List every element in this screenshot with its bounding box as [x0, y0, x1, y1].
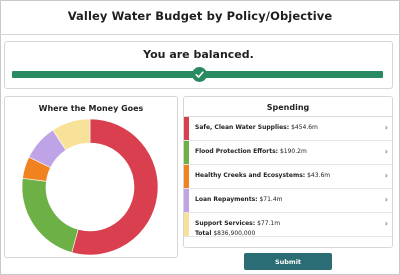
spending-amount: $71.4m [259, 196, 283, 203]
page-title: Valley Water Budget by Policy/Objective [67, 9, 333, 23]
spending-amount: $43.6m [307, 172, 331, 179]
spending-category-name: Flood Protection Efforts: [195, 148, 279, 155]
balance-status: You are balanced. [143, 48, 254, 61]
total-label: Total [195, 230, 212, 237]
header-divider [0, 34, 400, 35]
chart-title: Where the Money Goes [38, 104, 144, 113]
chevron-right-icon: › [384, 123, 388, 132]
spending-title: Spending [266, 103, 310, 112]
spending-row-label: Safe, Clean Water Supplies: $454.6m [195, 124, 318, 131]
spending-category-name: Healthy Creeks and Ecosystems: [195, 172, 306, 179]
spending-row-label: Flood Protection Efforts: $190.2m [195, 148, 307, 155]
spending-category-name: Loan Repayments: [195, 196, 258, 203]
spending-category-name: Safe, Clean Water Supplies: [195, 124, 290, 131]
chevron-right-icon: › [384, 219, 388, 228]
chevron-right-icon: › [384, 195, 388, 204]
spending-category-name: Support Services: [195, 220, 256, 227]
spending-row-loan-repayments[interactable]: Loan Repayments: $71.4m › [184, 189, 392, 213]
spending-row-label: Loan Repayments: $71.4m [195, 196, 283, 203]
check-icon [192, 67, 207, 82]
category-color-swatch [184, 141, 189, 164]
spending-amount: $454.6m [291, 124, 318, 131]
spending-row-healthy-creeks[interactable]: Healthy Creeks and Ecosystems: $43.6m › [184, 165, 392, 189]
spending-row-flood-protection[interactable]: Flood Protection Efforts: $190.2m › [184, 141, 392, 165]
category-color-swatch [184, 189, 189, 212]
spending-row-label: Support Services: $77.1m [195, 220, 280, 227]
category-color-swatch [184, 165, 189, 188]
spending-row-water-supplies[interactable]: Safe, Clean Water Supplies: $454.6m › [184, 117, 392, 141]
balance-panel: You are balanced. [4, 41, 393, 89]
spending-panel: Spending Safe, Clean Water Supplies: $45… [183, 96, 393, 248]
total-value: $836,900,000 [213, 230, 256, 237]
category-color-swatch [184, 117, 189, 140]
chevron-right-icon: › [384, 171, 388, 180]
submit-button[interactable]: Submit [244, 253, 332, 270]
spending-amount: $190.2m [279, 148, 307, 155]
category-color-swatch [184, 213, 189, 236]
spending-row-label: Healthy Creeks and Ecosystems: $43.6m [195, 172, 330, 179]
money-chart-panel: Where the Money Goes [4, 96, 178, 258]
donut-chart [21, 118, 159, 256]
spending-total: Total $836,900,000 [195, 230, 255, 237]
chevron-right-icon: › [384, 147, 388, 156]
spending-amount: $77.1m [257, 220, 281, 227]
donut-slice-flood-protection-efforts [21, 177, 79, 253]
